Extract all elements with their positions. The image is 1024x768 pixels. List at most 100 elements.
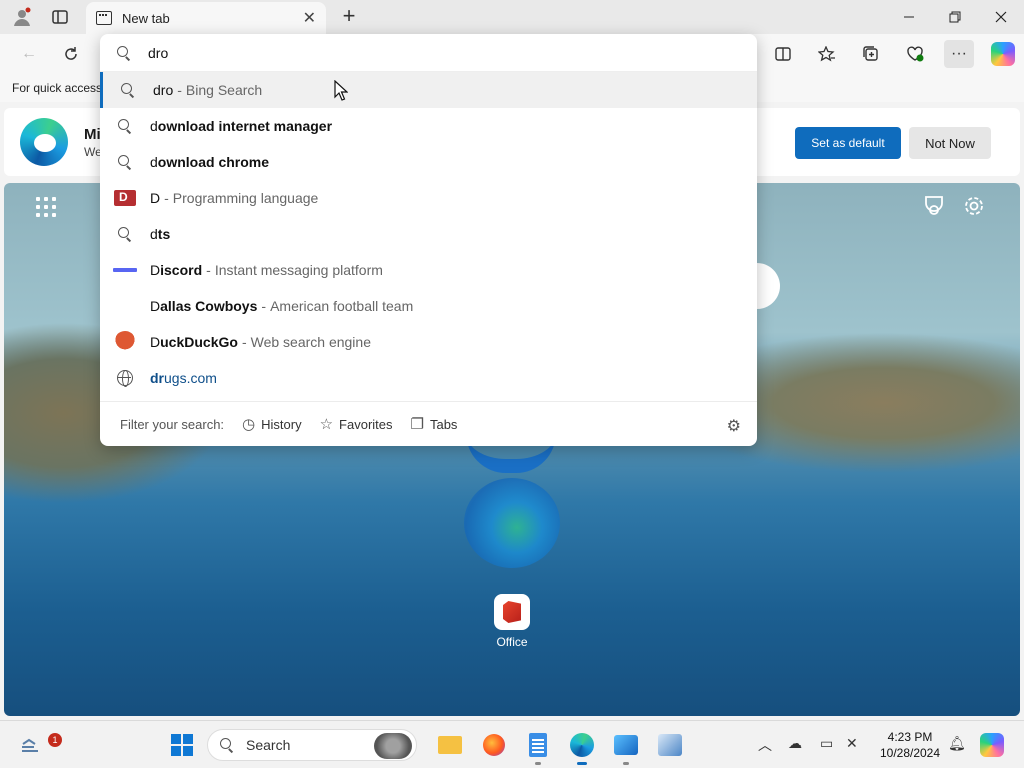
search-filter-bar: Filter your search: ◷ History ☆ Favorite… [100,402,757,446]
favorites-bar-hint: For quick access [12,81,103,95]
page-settings-gear-icon[interactable] [962,195,986,219]
edge-logo [20,118,68,166]
suggestion-item[interactable]: download chrome [100,144,757,180]
split-screen-button[interactable] [768,40,798,68]
not-now-button[interactable]: Not Now [909,127,991,159]
start-button[interactable] [166,729,198,761]
notifications-bell-icon[interactable]: 🔔︎ [948,735,966,752]
search-icon [100,119,150,133]
edge-watermark-logo [464,478,560,568]
show-hidden-icons-button[interactable]: ︿ [758,735,772,755]
tab-new-tab[interactable]: New tab ✕ [86,2,326,34]
widgets-badge: 1 [48,733,62,747]
copilot-taskbar-button[interactable] [976,729,1008,761]
suggestion-item[interactable]: Discord - Instant messaging platform [100,252,757,288]
set-as-default-button[interactable]: Set as default [795,127,901,159]
globe-icon [100,370,150,387]
suggestion-description: American football team [270,298,414,314]
filter-history-button[interactable]: ◷ History [242,415,302,433]
edge-taskbar-button[interactable] [566,729,598,765]
suggestion-item[interactable]: D - Programming language [100,180,757,216]
notepad-button[interactable] [522,729,554,765]
suggestion-text: D [150,190,161,206]
suggestion-item[interactable]: Dallas Cowboys - American football team [100,288,757,324]
filter-favorites-button[interactable]: ☆ Favorites [320,415,393,433]
title-bar: New tab ✕ + [0,0,1024,34]
onedrive-offline-icon[interactable]: ☁ [788,735,802,752]
rewards-icon[interactable] [922,195,946,219]
app-launcher-icon[interactable] [36,197,56,217]
copilot-pre-icon [980,733,1004,757]
browser-essentials-button[interactable] [900,40,930,68]
search-highlight-image [374,733,412,759]
widgets-button[interactable]: 1 [16,729,62,761]
duckduckgo-logo-icon [100,331,150,353]
firefox-button[interactable] [478,729,510,761]
star-icon: ☆ [319,416,334,433]
discord-logo-icon [100,268,150,272]
photos-icon [614,735,638,755]
clock-time: 4:23 PM [887,730,933,744]
remote-desktop-button[interactable] [654,729,686,761]
close-tab-icon[interactable]: ✕ [303,8,316,28]
suggestion-item[interactable]: dts [100,216,757,252]
profile-icon[interactable] [8,4,36,30]
suggestion-description: Instant messaging platform [214,262,383,278]
tab-actions-icon[interactable] [46,4,74,30]
filter-tabs-button[interactable]: ❐ Tabs [411,415,458,433]
banner-title: Mi [84,126,101,143]
mouse-cursor-icon [334,80,348,101]
network-icon[interactable]: ▭ [820,735,833,752]
file-explorer-button[interactable] [434,729,466,761]
office-quick-link-label: Office [496,635,528,649]
search-icon [100,45,148,60]
suggestion-item[interactable]: download internet manager [100,108,757,144]
edge-icon [570,733,594,757]
firefox-icon [483,734,505,756]
new-tab-favicon-icon [96,11,112,25]
search-icon [220,738,234,752]
filter-label: Filter your search: [120,416,225,432]
refresh-button[interactable] [56,40,86,68]
suggestion-settings-gear-icon[interactable]: ⚙ [727,416,741,436]
favorites-button[interactable] [812,40,842,68]
taskbar: 1 Search ︿ ☁ ▭ ✕ 4:23 PM 10/28/2024 🔔︎ [0,720,1024,768]
search-icon [103,83,153,97]
address-bar[interactable] [100,34,757,72]
address-bar-dropdown: dro - Bing Search download internet mana… [100,34,757,446]
notepad-icon [529,733,547,757]
suggestion-item[interactable]: drugs.com [100,360,757,396]
minimize-button[interactable] [886,0,932,34]
photos-button[interactable] [610,729,642,765]
office-quick-link[interactable] [494,594,530,630]
volume-muted-icon[interactable]: ✕ [846,735,858,752]
suggestion-description: Web search engine [250,334,371,350]
remote-desktop-icon [658,734,682,756]
tab-title: New tab [122,10,170,26]
suggestion-description: Programming language [172,190,319,206]
address-input[interactable] [148,44,708,61]
taskbar-search-box[interactable]: Search [207,729,417,761]
collections-button[interactable] [856,40,886,68]
new-tab-button[interactable]: + [336,4,362,30]
copilot-button[interactable] [988,40,1018,68]
history-icon: ◷ [242,416,256,433]
copilot-icon [991,42,1015,66]
windows-logo-icon [171,734,193,756]
suggestion-text: dro [153,82,174,98]
search-icon [100,155,150,169]
restore-button[interactable] [932,0,978,34]
suggestion-item[interactable]: dro - Bing Search [100,72,757,108]
taskbar-search-label: Search [246,737,291,753]
suggestion-item[interactable]: DuckDuckGo - Web search engine [100,324,757,360]
folder-icon [438,736,462,754]
close-window-button[interactable] [978,0,1024,34]
back-button[interactable]: ← [14,40,44,68]
office-icon [503,601,521,623]
system-clock[interactable]: 4:23 PM 10/28/2024 [872,729,948,761]
clock-date: 10/28/2024 [879,746,941,760]
d-language-logo-icon [100,190,150,206]
tabs-icon: ❐ [410,416,424,433]
search-icon [100,227,150,241]
settings-and-more-button[interactable]: ··· [944,40,974,68]
